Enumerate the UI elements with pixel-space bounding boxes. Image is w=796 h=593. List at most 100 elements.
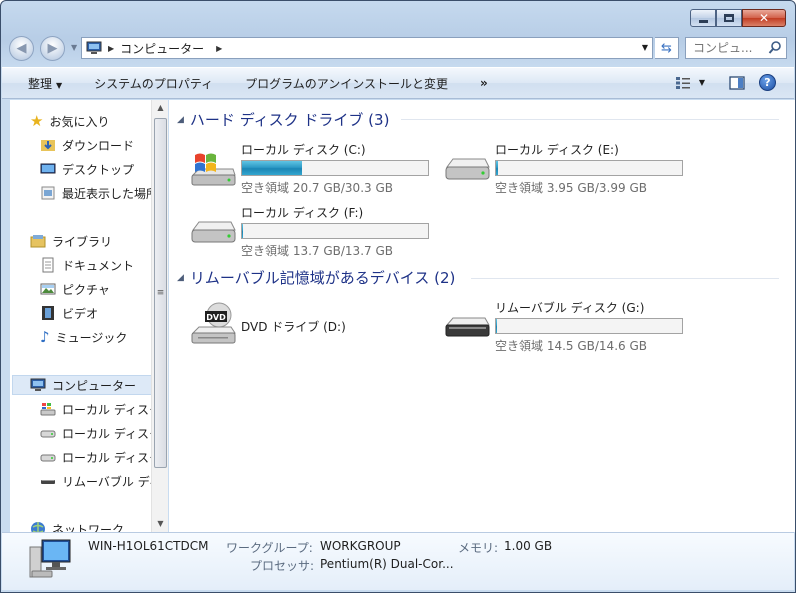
windows-drive-icon: [40, 403, 56, 416]
grip-icon: ≡: [156, 288, 165, 298]
breadcrumb-chevron-icon[interactable]: ▶: [216, 44, 222, 53]
drive-name: ローカル ディスク (C:): [241, 143, 366, 157]
nav-favorites[interactable]: ★ お気に入り: [30, 111, 109, 131]
removable-drive-icon: [445, 317, 490, 337]
help-icon[interactable]: ?: [759, 74, 776, 91]
nav-item-documents[interactable]: ドキュメント: [40, 255, 134, 275]
nav-item-label: 最近表示した場所: [62, 186, 159, 201]
computer-icon: [30, 378, 46, 391]
desktop-icon: [40, 163, 56, 174]
nav-item-desktop[interactable]: デスクトップ: [40, 159, 134, 179]
recent-pages-dropdown[interactable]: ▼: [71, 43, 77, 52]
more-commands-button[interactable]: »: [464, 76, 504, 90]
nav-libraries[interactable]: ライブラリ: [30, 231, 112, 251]
back-button[interactable]: ◀: [9, 36, 34, 61]
nav-scrollbar[interactable]: ▲ ≡ ▼: [151, 100, 168, 532]
nav-item-drive-c[interactable]: ローカル ディスク (C:): [40, 399, 160, 419]
search-box[interactable]: [685, 37, 787, 59]
processor-label: プロセッサ:: [250, 559, 315, 573]
forward-arrow-icon: ▶: [47, 41, 58, 56]
videos-icon: [42, 306, 54, 320]
scroll-up-icon[interactable]: ▲: [152, 100, 169, 116]
address-dropdown-icon[interactable]: ▼: [642, 43, 648, 52]
nav-item-label: ビデオ: [62, 306, 99, 321]
nav-item-label: ミュージック: [55, 330, 128, 345]
drive-e[interactable]: ローカル ディスク (E:) 空き領域 3.95 GB/3.99 GB: [443, 141, 693, 197]
drive-free-space: 空き領域 13.7 GB/13.7 GB: [241, 244, 393, 258]
nav-item-music[interactable]: ♪ ミュージック: [40, 327, 127, 347]
system-properties-button[interactable]: システムのプロパティ: [78, 75, 229, 92]
computer-icon: [86, 41, 102, 54]
command-bar: 整理 ▼ システムのプロパティ プログラムのアンインストールと変更 » ▼ ?: [2, 67, 794, 99]
breadcrumb-separator-icon[interactable]: ▶: [108, 44, 114, 53]
breadcrumb-computer[interactable]: コンピューター: [120, 40, 204, 57]
svg-text:DVD: DVD: [206, 313, 226, 322]
minimize-button[interactable]: [690, 9, 716, 27]
network-icon: [31, 522, 45, 532]
nav-item-label: ローカル ディスク (F:): [62, 450, 160, 465]
nav-computer[interactable]: コンピューター: [12, 375, 160, 395]
nav-item-recent-places[interactable]: 最近表示した場所: [40, 183, 158, 203]
search-input[interactable]: [693, 41, 763, 55]
music-note-icon: ♪: [40, 328, 50, 346]
drive-name: ローカル ディスク (F:): [241, 206, 364, 220]
nav-item-pictures[interactable]: ピクチャ: [40, 279, 110, 299]
change-view-button[interactable]: ▼: [675, 76, 705, 90]
library-icon: [30, 235, 46, 248]
nav-item-label: ダウンロード: [62, 138, 135, 153]
refresh-button[interactable]: ⇆: [655, 37, 679, 59]
recent-places-icon: [41, 186, 55, 200]
forward-button[interactable]: ▶: [40, 36, 65, 61]
memory-value: 1.00 GB: [504, 539, 553, 553]
drive-name: DVD ドライブ (D:): [241, 320, 346, 334]
navigation-pane: ★ お気に入り ダウンロード デスクトップ 最近表示した場所 ライブラリ ドキュ…: [10, 100, 160, 532]
collapse-triangle-icon[interactable]: ◢: [177, 273, 184, 283]
nav-item-videos[interactable]: ビデオ: [40, 303, 98, 323]
star-icon: ★: [30, 112, 44, 130]
close-icon: ✕: [758, 11, 770, 25]
content-pane: ◢ ハード ディスク ドライブ (3) ローカル ディスク (C:) 空き領域 …: [169, 100, 795, 532]
dvd-drive-icon: DVD: [191, 302, 236, 344]
drive-d-dvd[interactable]: DVD DVD ドライブ (D:): [189, 302, 439, 365]
nav-item-drive-f[interactable]: ローカル ディスク (F:): [40, 447, 160, 467]
uninstall-program-button[interactable]: プログラムのアンインストールと変更: [229, 75, 464, 92]
drive-c[interactable]: ローカル ディスク (C:) 空き領域 20.7 GB/30.3 GB: [189, 141, 439, 197]
drive-usage-fill: [242, 224, 244, 238]
caption-buttons: ✕: [690, 9, 786, 27]
drive-f[interactable]: ローカル ディスク (F:) 空き領域 13.7 GB/13.7 GB: [189, 204, 439, 260]
preview-pane-icon[interactable]: [729, 75, 745, 90]
organize-menu[interactable]: 整理 ▼: [2, 75, 78, 92]
group-divider: [401, 119, 779, 120]
nav-computer-label: コンピューター: [52, 378, 137, 393]
group-header-hdd[interactable]: ◢ ハード ディスク ドライブ (3): [177, 109, 389, 130]
drive-name: ローカル ディスク (E:): [495, 143, 619, 157]
nav-item-drive-e[interactable]: ローカル ディスク (E:): [40, 423, 160, 443]
uninstall-program-label: プログラムのアンインストールと変更: [245, 76, 449, 91]
drive-usage-fill: [496, 161, 498, 175]
scroll-down-icon[interactable]: ▼: [152, 516, 169, 532]
hard-drive-icon: [445, 158, 490, 180]
nav-item-downloads[interactable]: ダウンロード: [40, 135, 134, 155]
nav-item-label: ローカル ディスク (C:): [62, 402, 160, 417]
nav-item-drive-g[interactable]: リムーバブル ディスク (G:): [40, 471, 160, 491]
nav-network-label: ネットワーク: [52, 522, 125, 533]
collapse-triangle-icon[interactable]: ◢: [177, 115, 184, 125]
documents-icon: [42, 257, 54, 273]
scroll-thumb[interactable]: ≡: [154, 118, 167, 468]
close-button[interactable]: ✕: [742, 9, 786, 27]
memory-label: メモリ:: [458, 541, 499, 555]
address-bar[interactable]: ▶ コンピューター ▶ ▼: [81, 37, 653, 59]
nav-network[interactable]: ネットワーク: [30, 519, 124, 532]
system-properties-label: システムのプロパティ: [94, 76, 214, 91]
details-pane: WIN-H1OL61CTDCM ワークグループ: WORKGROUP メモリ: …: [2, 532, 794, 590]
removable-drive-icon: [41, 480, 55, 484]
drive-g-removable[interactable]: リムーバブル ディスク (G:) 空き領域 14.5 GB/14.6 GB: [443, 299, 693, 355]
processor-value: Pentium(R) Dual-Cor...: [320, 557, 454, 571]
maximize-button[interactable]: [716, 9, 742, 27]
group-divider: [471, 278, 779, 279]
explorer-window: ✕ ◀ ▶ ▼ ▶ コンピューター ▶ ▼ ⇆ 整理▼: [0, 0, 796, 593]
group-header-removable[interactable]: ◢ リムーバブル記憶域があるデバイス (2): [177, 267, 455, 288]
minimize-icon: [698, 19, 708, 23]
hard-drive-icon: [40, 454, 56, 462]
hard-drive-icon: [40, 430, 56, 438]
